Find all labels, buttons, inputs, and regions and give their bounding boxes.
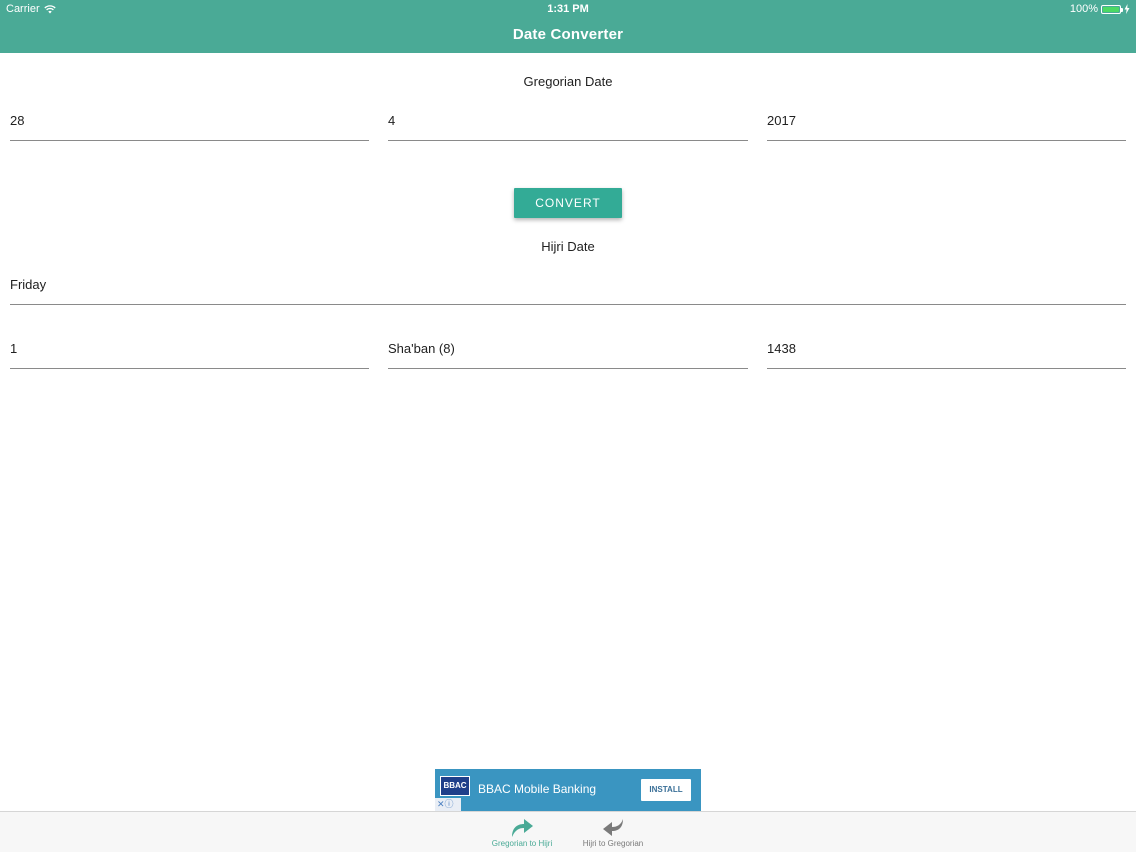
app-header: Carrier 1:31 PM 100% Date Converter <box>0 0 1136 53</box>
gregorian-date-label: Gregorian Date <box>523 74 613 89</box>
undo-arrow-icon <box>603 819 623 836</box>
tab-label: Gregorian to Hijri <box>491 839 553 848</box>
battery-tip <box>1121 7 1123 12</box>
ad-title: BBAC Mobile Banking <box>478 782 597 796</box>
page-title: Date Converter <box>512 26 624 43</box>
hijri-weekday-field[interactable]: Friday <box>10 269 1126 305</box>
status-right: 100% <box>1070 3 1130 15</box>
redo-arrow-icon <box>512 819 533 837</box>
ad-banner[interactable]: BBAC ✕ⓘ BBAC Mobile Banking INSTALL <box>435 769 701 811</box>
hijri-date-label: Hijri Date <box>541 239 595 254</box>
status-bar: Carrier 1:31 PM 100% <box>0 0 1136 17</box>
tab-bar: Gregorian to Hijri Hijri to Gregorian <box>0 811 1136 852</box>
gregorian-month-field[interactable]: 4 <box>388 105 748 141</box>
gregorian-day-field[interactable]: 28 <box>10 105 369 141</box>
battery-icon <box>1101 4 1123 14</box>
gregorian-year-field[interactable]: 2017 <box>767 105 1126 141</box>
tab-label: Hijri to Gregorian <box>582 839 644 848</box>
battery-fill <box>1103 6 1119 12</box>
charging-bolt-icon <box>1124 4 1130 14</box>
hijri-day-field[interactable]: 1 <box>10 333 369 369</box>
tab-hijri-to-gregorian[interactable]: Hijri to Gregorian <box>568 812 658 852</box>
convert-button[interactable]: CONVERT <box>514 188 622 218</box>
hijri-year-field[interactable]: 1438 <box>767 333 1126 369</box>
hijri-month-field[interactable]: Sha'ban (8) <box>388 333 748 369</box>
ad-install-button[interactable]: INSTALL <box>641 779 691 801</box>
ad-choices-icon[interactable]: ✕ⓘ <box>435 798 461 811</box>
tab-gregorian-to-hijri[interactable]: Gregorian to Hijri <box>477 812 567 852</box>
status-time: 1:31 PM <box>547 3 589 15</box>
battery-percent: 100% <box>1069 3 1098 15</box>
ad-logo: BBAC <box>440 776 470 796</box>
